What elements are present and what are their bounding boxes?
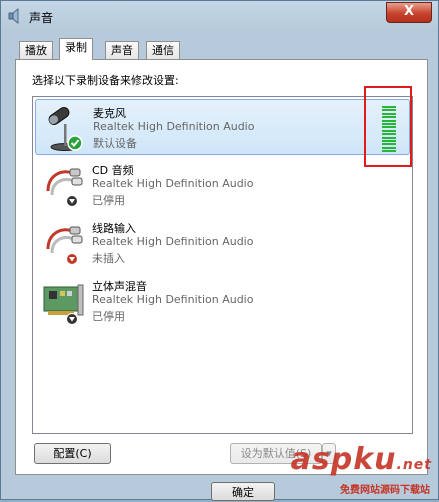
device-status: 已停用 (92, 310, 125, 323)
rca-cable-icon (46, 168, 83, 207)
configure-button[interactable]: 配置(C) (34, 443, 111, 464)
sound-dialog: 声音 X 播放 录制 声音 通信 选择以下录制设备来修改设置: 麦克风 Real… (0, 0, 439, 501)
device-stereo-mix[interactable]: 立体声混音 Realtek High Definition Audio 已停用 (35, 273, 410, 329)
watermark-text: aspku (290, 442, 397, 477)
device-description: Realtek High Definition Audio (93, 120, 255, 133)
close-button[interactable]: X (386, 2, 432, 23)
rca-cable-icon (46, 226, 83, 265)
device-status: 已停用 (92, 194, 125, 207)
sound-card-icon (43, 284, 84, 325)
tab-playback[interactable]: 播放 (19, 41, 53, 59)
watermark-suffix: .net (396, 457, 432, 473)
device-name: 麦克风 (93, 107, 126, 120)
device-status: 默认设备 (93, 137, 137, 150)
tab-recording[interactable]: 录制 (59, 38, 93, 60)
tab-sounds[interactable]: 声音 (105, 41, 139, 59)
device-name: CD 音频 (92, 164, 134, 177)
device-name: 立体声混音 (92, 280, 147, 293)
tab-communications[interactable]: 通信 (146, 41, 180, 59)
ok-button[interactable]: 确定 (211, 482, 275, 501)
device-cd-audio[interactable]: CD 音频 Realtek High Definition Audio 已停用 (35, 157, 410, 213)
microphone-icon (48, 107, 83, 151)
recording-device-list[interactable]: 麦克风 Realtek High Definition Audio 默认设备 C… (32, 96, 413, 434)
device-line-in[interactable]: 线路输入 Realtek High Definition Audio 未插入 (35, 215, 410, 271)
instruction-text: 选择以下录制设备来修改设置: (32, 74, 179, 87)
device-microphone[interactable]: 麦克风 Realtek High Definition Audio 默认设备 (35, 99, 410, 155)
window-title: 声音 (29, 11, 54, 25)
annotation-highlight-box (364, 86, 412, 167)
device-name: 线路输入 (92, 222, 136, 235)
device-status: 未插入 (92, 252, 125, 265)
device-description: Realtek High Definition Audio (92, 177, 254, 190)
watermark-subtitle: 免费网站源码下载站 (340, 485, 430, 496)
watermark-logo: aspku.net (291, 442, 432, 477)
device-description: Realtek High Definition Audio (92, 293, 254, 306)
device-description: Realtek High Definition Audio (92, 235, 254, 248)
speaker-icon (8, 8, 19, 24)
title-bar[interactable]: 声音 X (1, 1, 438, 31)
